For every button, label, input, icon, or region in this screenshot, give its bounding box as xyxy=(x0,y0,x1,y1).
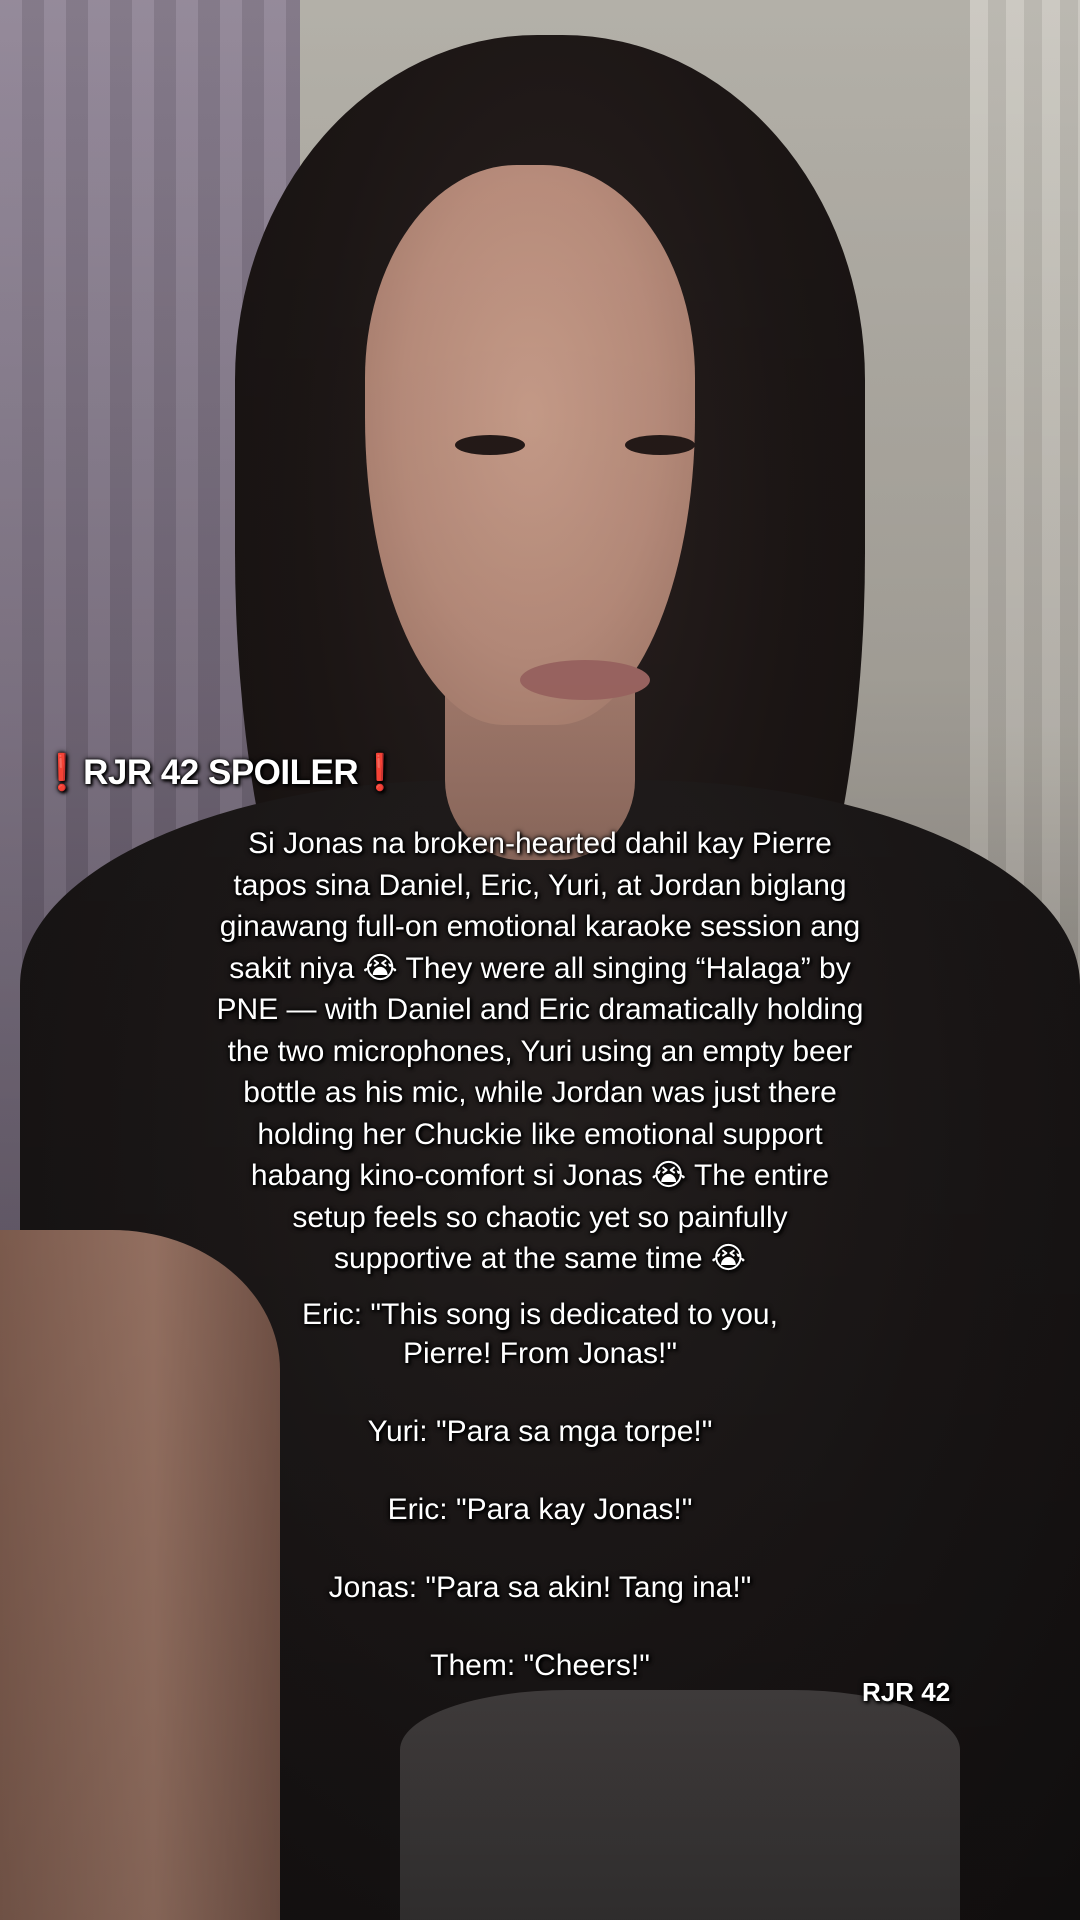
dialogue-line xyxy=(190,1607,890,1646)
story-line: Si Jonas na broken-hearted dahil kay Pie… xyxy=(248,827,832,860)
story-line: tapos sina Daniel, Eric, Yuri, at Jordan… xyxy=(233,868,847,902)
dialogue-line xyxy=(190,1373,890,1412)
alert-icon: ❗ xyxy=(40,753,84,792)
story-line: bottle as his mic, while Jordan was just… xyxy=(243,1076,837,1109)
dialogue-line: Yuri: "Para sa mga torpe!" xyxy=(367,1415,713,1448)
dialogue-line xyxy=(190,1451,890,1490)
story-line: ginawang full-on emotional karaoke sessi… xyxy=(219,910,861,943)
video-frame[interactable]: ❗RJR 42 SPOILER❗ Si Jonas na broken-hear… xyxy=(0,0,1080,1920)
watermark: RJR 42 xyxy=(862,1677,951,1707)
dialogue-line: Them: "Cheers!" xyxy=(430,1649,650,1682)
story-line: holding her Chuckie like emotional suppo… xyxy=(257,1117,823,1151)
dialogue-line: Eric: "Para kay Jonas!" xyxy=(387,1493,693,1526)
dialogue-caption: Eric: "This song is dedicated to you, Pie… xyxy=(190,1295,890,1685)
story-line: habang kino-comfort si Jonas 😭 The entir… xyxy=(250,1159,830,1192)
spoiler-title-text: RJR 42 SPOILER xyxy=(83,753,359,792)
story-line: the two microphones, Yuri using an empty… xyxy=(227,1034,853,1068)
dialogue-line: Jonas: "Para sa akin! Tang ina!" xyxy=(328,1571,752,1604)
dialogue-line xyxy=(190,1529,890,1568)
spoiler-title: ❗RJR 42 SPOILER❗ xyxy=(40,752,402,793)
alert-icon: ❗ xyxy=(358,753,402,792)
story-line: PNE — with Daniel and Eric dramatically … xyxy=(216,993,864,1026)
story-line: sakit niya 😭 They were all singing “Hala… xyxy=(229,951,851,985)
story-line: supportive at the same time 😭 xyxy=(334,1242,746,1275)
story-caption: Si Jonas na broken-hearted dahil kay Pie… xyxy=(150,823,930,1280)
dialogue-line: Eric: "This song is dedicated to you, xyxy=(302,1298,778,1331)
story-line: setup feels so chaotic yet so painfully xyxy=(292,1200,788,1234)
dialogue-line: Pierre! From Jonas!" xyxy=(402,1337,678,1370)
